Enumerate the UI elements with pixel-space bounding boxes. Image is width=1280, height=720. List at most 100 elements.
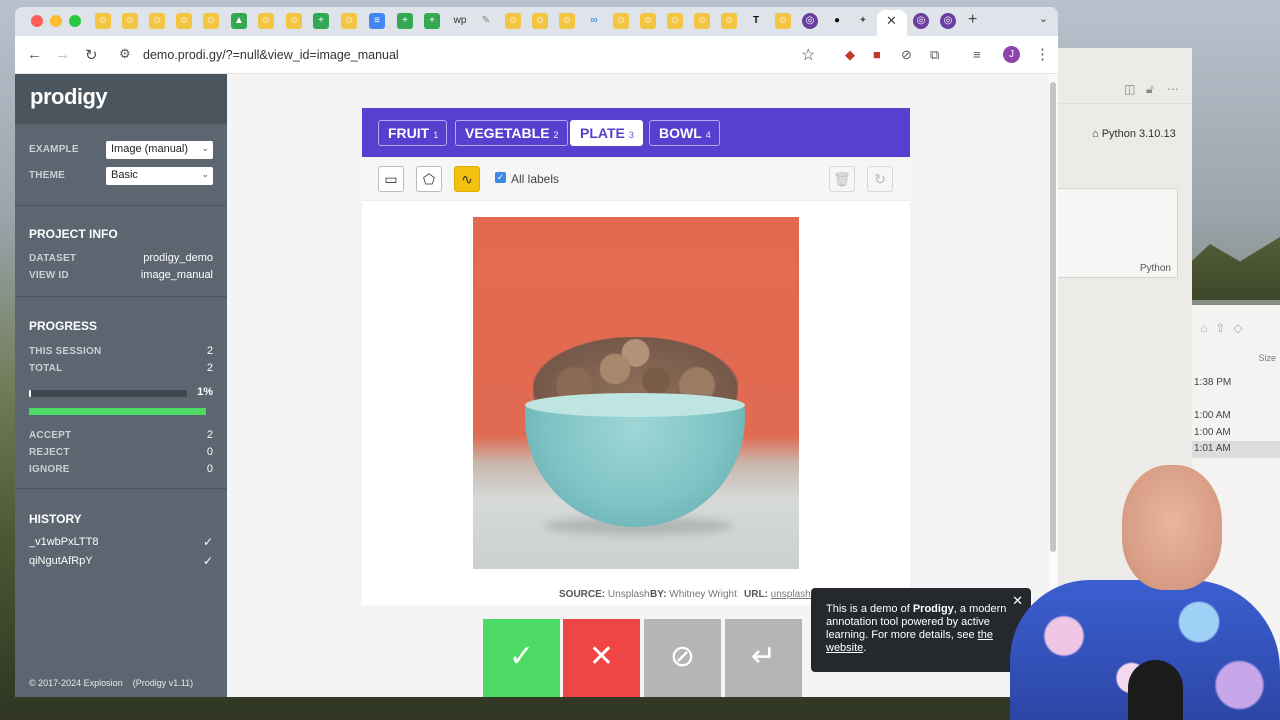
close-tab-icon[interactable]: ✕ bbox=[886, 13, 897, 29]
tab-drive-icon[interactable]: ▲ bbox=[231, 13, 247, 29]
tool-row: ▭ ⬠ ∿ ✓ All labels 🗑︎ ↻ bbox=[362, 157, 910, 201]
tab-huggingface-icon[interactable]: ☺ bbox=[532, 13, 548, 29]
new-tab-icon[interactable]: + bbox=[968, 11, 977, 29]
label-shortcut: 2 bbox=[553, 130, 559, 140]
reject-value: 0 bbox=[206, 446, 213, 458]
tab-huggingface-icon[interactable]: ☺ bbox=[640, 13, 656, 29]
undo-button[interactable]: ↵ bbox=[725, 619, 802, 697]
extension-shield-icon[interactable]: ■ bbox=[873, 47, 881, 62]
file-time[interactable] bbox=[1192, 392, 1280, 409]
file-time[interactable]: 1:00 AM bbox=[1192, 408, 1280, 425]
tab-huggingface-icon[interactable]: ☺ bbox=[341, 13, 357, 29]
tab-sheets-icon[interactable]: + bbox=[313, 13, 329, 29]
progress-percent: 1% bbox=[197, 386, 213, 398]
copyright-text[interactable]: © 2017-2024 Explosion bbox=[29, 678, 123, 688]
label-fruit-button[interactable]: FRUIT 1 bbox=[378, 120, 448, 146]
lock-icon[interactable]: 🔓︎ bbox=[1146, 82, 1154, 97]
theme-select[interactable]: Basic ⌄ bbox=[106, 167, 213, 185]
extensions-puzzle-icon[interactable]: ⧉ bbox=[930, 47, 939, 63]
freehand-tool-icon[interactable]: ∿ bbox=[454, 166, 480, 192]
tab-huggingface-icon[interactable]: ☺ bbox=[721, 13, 737, 29]
history-item-id: _v1wbPxLTT8 bbox=[29, 536, 99, 548]
tab-huggingface-icon[interactable]: ☺ bbox=[694, 13, 710, 29]
all-labels-text[interactable]: All labels bbox=[511, 172, 559, 186]
all-labels-checkbox[interactable]: ✓ bbox=[495, 172, 506, 183]
tab-prodigy-icon[interactable]: ◎ bbox=[913, 13, 929, 29]
file-time[interactable]: 1:00 AM bbox=[1192, 425, 1280, 442]
url-text[interactable]: demo.prodi.gy/?=null&view_id=image_manua… bbox=[143, 48, 399, 62]
label-plate-button[interactable]: PLATE 3 bbox=[570, 120, 643, 146]
split-view-icon[interactable]: ◫ bbox=[1124, 82, 1135, 96]
meta-source: SOURCE: Unsplash bbox=[559, 589, 650, 600]
minimize-window-button[interactable] bbox=[50, 15, 62, 27]
tab-docs-icon[interactable]: ≡ bbox=[369, 13, 385, 29]
tab-sheets-icon[interactable]: + bbox=[397, 13, 413, 29]
tab-huggingface-icon[interactable]: ☺ bbox=[149, 13, 165, 29]
back-icon[interactable]: ← bbox=[27, 46, 42, 63]
reject-button[interactable]: ✕ bbox=[563, 619, 640, 697]
tab-sheets-icon[interactable]: + bbox=[424, 13, 440, 29]
profile-avatar[interactable]: J bbox=[1003, 46, 1020, 63]
webcam-presenter bbox=[1010, 460, 1280, 720]
share-icon[interactable]: ⇧ bbox=[1215, 321, 1225, 335]
version-text[interactable]: (Prodigy v1.11) bbox=[133, 678, 193, 688]
reset-icon[interactable]: ↻ bbox=[867, 166, 893, 192]
more-icon[interactable]: ⋯ bbox=[1167, 82, 1179, 96]
label-name: VEGETABLE bbox=[465, 125, 550, 141]
tab-huggingface-icon[interactable]: ☺ bbox=[176, 13, 192, 29]
bookmark-star-icon[interactable]: ☆ bbox=[801, 45, 815, 65]
tab-huggingface-icon[interactable]: ☺ bbox=[613, 13, 629, 29]
tab-meta-icon[interactable]: ∞ bbox=[586, 13, 602, 29]
file-time[interactable]: 1:38 PM bbox=[1192, 375, 1280, 392]
rectangle-tool-icon[interactable]: ▭ bbox=[378, 166, 404, 192]
address-bar[interactable]: ⚙ demo.prodi.gy/?=null&view_id=image_man… bbox=[111, 41, 831, 69]
extension-flame-icon[interactable]: ◆ bbox=[845, 47, 855, 63]
reload-icon[interactable]: ↻ bbox=[85, 46, 98, 64]
tab-prodigy-icon[interactable]: ◎ bbox=[802, 13, 818, 29]
tab-huggingface-icon[interactable]: ☺ bbox=[95, 13, 111, 29]
tab-huggingface-icon[interactable]: ☺ bbox=[559, 13, 575, 29]
tab-huggingface-icon[interactable]: ☺ bbox=[775, 13, 791, 29]
forward-icon[interactable]: → bbox=[55, 46, 70, 63]
tab-huggingface-icon[interactable]: ☺ bbox=[286, 13, 302, 29]
delete-icon[interactable]: 🗑︎ bbox=[829, 166, 855, 192]
tab-github-icon[interactable]: ● bbox=[829, 13, 845, 29]
example-select[interactable]: Image (manual) ⌄ bbox=[106, 141, 213, 159]
checkmark-icon: ✓ bbox=[202, 535, 213, 549]
file-time-selected[interactable]: 1:01 AM bbox=[1192, 441, 1280, 458]
annotation-image[interactable] bbox=[473, 217, 799, 569]
cross-icon: ✕ bbox=[588, 640, 615, 673]
site-settings-icon[interactable]: ⚙ bbox=[119, 46, 131, 62]
history-item[interactable]: qiNgutAfRpY ✓ bbox=[15, 554, 227, 572]
accept-value: 2 bbox=[206, 429, 213, 441]
python-version-label[interactable]: ⌂ Python 3.10.13 bbox=[1092, 128, 1176, 140]
history-item[interactable]: _v1wbPxLTT8 ✓ bbox=[15, 535, 227, 553]
view-id-value: image_manual bbox=[140, 269, 213, 281]
label-bar: FRUIT 1 VEGETABLE 2 PLATE 3 BOWL 4 bbox=[362, 108, 910, 157]
tab-wp-icon[interactable]: wp bbox=[452, 13, 468, 29]
close-window-button[interactable] bbox=[31, 15, 43, 27]
tab-huggingface-icon[interactable]: ☺ bbox=[203, 13, 219, 29]
tab-huggingface-icon[interactable]: ☺ bbox=[122, 13, 138, 29]
accept-button[interactable]: ✓ bbox=[483, 619, 560, 697]
maximize-window-button[interactable] bbox=[69, 15, 81, 27]
tab-huggingface-icon[interactable]: ☺ bbox=[667, 13, 683, 29]
tab-huggingface-icon[interactable]: ☺ bbox=[505, 13, 521, 29]
prodigy-logo[interactable]: prodigy bbox=[30, 84, 108, 109]
extension-eye-icon[interactable]: ⊘ bbox=[901, 47, 912, 63]
tab-prodigy-icon[interactable]: ◎ bbox=[940, 13, 956, 29]
tab-nyt-icon[interactable]: T bbox=[748, 13, 764, 29]
tag-icon[interactable]: ⌂ bbox=[1200, 321, 1207, 335]
browser-menu-icon[interactable]: ⋮ bbox=[1035, 45, 1050, 63]
tab-search-chevron-icon[interactable]: ⌄ bbox=[1039, 12, 1048, 25]
label-vegetable-button[interactable]: VEGETABLE 2 bbox=[455, 120, 568, 146]
ignore-button[interactable]: ⊘ bbox=[644, 619, 721, 697]
tab-sparkle-icon[interactable]: ✦ bbox=[855, 13, 871, 29]
label-icon[interactable]: ◇ bbox=[1233, 321, 1242, 335]
label-name: FRUIT bbox=[388, 125, 430, 141]
label-bowl-button[interactable]: BOWL 4 bbox=[649, 120, 720, 146]
tab-blog-icon[interactable]: ✎ bbox=[478, 13, 494, 29]
tab-huggingface-icon[interactable]: ☺ bbox=[258, 13, 274, 29]
polygon-tool-icon[interactable]: ⬠ bbox=[416, 166, 442, 192]
reading-list-icon[interactable]: ≡ bbox=[973, 47, 981, 62]
